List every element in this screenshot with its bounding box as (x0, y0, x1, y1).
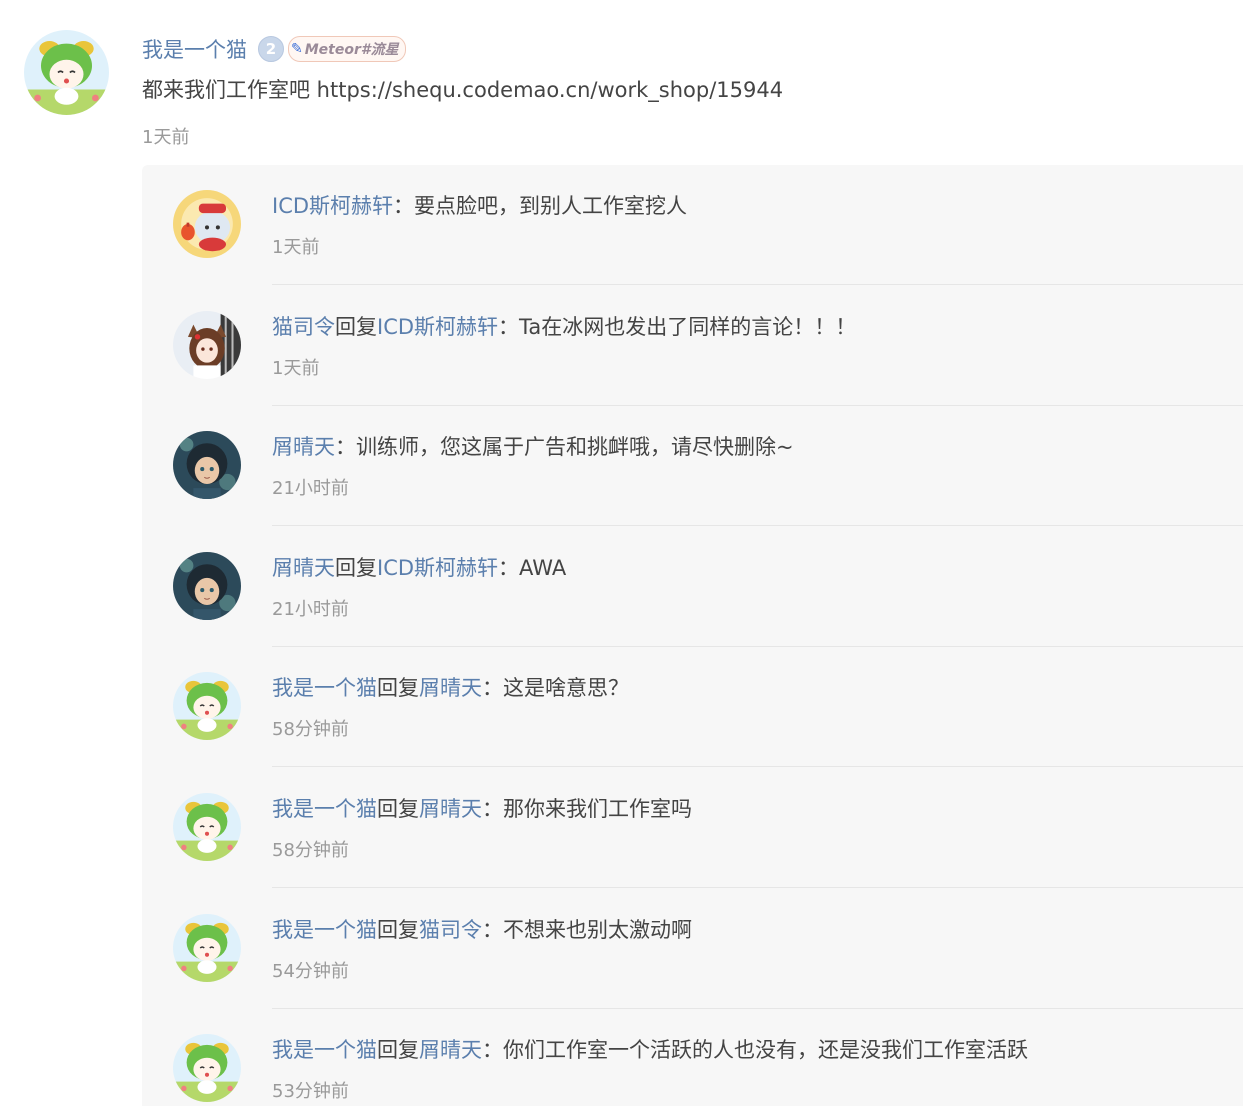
reply-text: AWA (519, 555, 567, 580)
reply-time: 21小时前 (272, 478, 349, 500)
reply-author[interactable]: 屑晴天 (272, 556, 335, 580)
reply-divider (272, 645, 1243, 647)
reply-text: 你们工作室一个活跃的人也没有，还是没我们工作室活跃 (503, 1038, 1028, 1063)
green-sprout-avatar-icon (173, 913, 241, 982)
reply-author[interactable]: 屑晴天 (272, 435, 335, 459)
reply-target-user[interactable]: 屑晴天 (419, 676, 482, 700)
reply-time: 21小时前 (272, 598, 349, 620)
reply-avatar[interactable] (173, 913, 241, 982)
reply-text: Ta在冰网也发出了同样的言论！！！ (519, 314, 857, 339)
reply-author[interactable]: 猫司令 (272, 315, 335, 339)
reply-content: ICD斯柯赫轩：要点脸吧，到别人工作室挖人 (272, 190, 687, 220)
green-sprout-avatar-icon (173, 793, 241, 861)
reply-avatar[interactable] (173, 190, 241, 258)
reply-content: 我是一个猫回复屑晴天：那你来我们工作室吗 (272, 793, 692, 823)
reply-target-user[interactable]: 猫司令 (419, 918, 482, 942)
author-avatar[interactable] (24, 30, 109, 115)
bear-lantern-avatar-icon (173, 190, 241, 258)
reply-avatar[interactable] (173, 310, 241, 379)
reply-word: 回复 (335, 314, 377, 339)
reply-separator: ： (498, 314, 520, 339)
reply-separator: ： (482, 917, 503, 942)
reply-time: 53分钟前 (272, 1081, 349, 1103)
reply-time: 58分钟前 (272, 719, 349, 741)
reply-separator: ： (482, 1038, 503, 1063)
reply-separator: ： (335, 435, 356, 460)
reply-word: 回复 (377, 676, 419, 701)
reply-time: 54分钟前 (272, 960, 349, 982)
reply-time: 1天前 (272, 237, 320, 258)
reply-divider (272, 1007, 1243, 1009)
reply-content: 我是一个猫回复屑晴天：这是啥意思？ (272, 672, 629, 702)
green-sprout-avatar-icon (24, 30, 109, 115)
reply-target-user[interactable]: ICD斯柯赫轩 (377, 315, 498, 339)
reply-content: 猫司令回复ICD斯柯赫轩：Ta在冰网也发出了同样的言论！！！ (272, 311, 856, 341)
reply-divider (272, 404, 1243, 406)
reply-author[interactable]: 我是一个猫 (272, 918, 377, 942)
reply-divider (272, 525, 1243, 527)
green-sprout-avatar-icon (173, 1034, 241, 1103)
reply-author[interactable]: 我是一个猫 (272, 676, 377, 700)
reply-word: 回复 (377, 797, 419, 821)
reply-avatar[interactable] (173, 1034, 241, 1103)
pencil-icon: ✎ (291, 41, 303, 57)
reply-separator: ： (482, 797, 503, 821)
reply-divider (272, 766, 1243, 768)
reply-content: 我是一个猫回复猫司令：不想来也别太激动啊 (272, 914, 692, 944)
fox-girl-avatar-icon (173, 310, 241, 379)
reply-avatar[interactable] (173, 551, 241, 620)
reply-avatar[interactable] (173, 672, 241, 741)
reply-target-user[interactable]: 屑晴天 (419, 797, 482, 821)
reply-avatar[interactable] (173, 431, 241, 500)
reply-content: 屑晴天回复ICD斯柯赫轩：AWA (272, 552, 566, 582)
post-content: 都来我们工作室吧 https://shequ.codemao.cn/work_s… (142, 78, 784, 102)
reply-divider (272, 887, 1243, 888)
reply-word: 回复 (377, 917, 419, 942)
reply-target-user[interactable]: 屑晴天 (419, 1038, 482, 1062)
reply-text: 训练师，您这属于广告和挑衅哦，请尽快删除~ (356, 435, 794, 460)
title-badge-text: Meteor#流星 (304, 42, 399, 58)
reply-author[interactable]: 我是一个猫 (272, 1038, 377, 1062)
reply-time: 58分钟前 (272, 840, 349, 861)
anime-boy-avatar-icon (173, 431, 241, 500)
reply-target-user[interactable]: ICD斯柯赫轩 (377, 556, 498, 580)
post-time: 1天前 (142, 127, 190, 148)
reply-time: 1天前 (272, 357, 320, 379)
reply-separator: ： (498, 555, 520, 580)
reply-text: 不想来也别太激动啊 (503, 917, 692, 942)
reply-content: 我是一个猫回复屑晴天：你们工作室一个活跃的人也没有，还是没我们工作室活跃 (272, 1034, 1028, 1064)
reply-author[interactable]: 我是一个猫 (272, 797, 377, 821)
reply-word: 回复 (377, 1038, 419, 1063)
green-sprout-avatar-icon (173, 672, 241, 741)
reply-content: 屑晴天：训练师，您这属于广告和挑衅哦，请尽快删除~ (272, 431, 794, 461)
anime-boy-avatar-icon (173, 551, 241, 620)
title-badge: ✎ Meteor#流星 (288, 36, 406, 62)
author-name[interactable]: 我是一个猫 (142, 34, 247, 64)
author-badges: 2 ✎ Meteor#流星 (258, 36, 406, 62)
reply-divider (272, 284, 1243, 285)
reply-text: 这是啥意思？ (503, 676, 629, 701)
reply-separator: ： (482, 676, 503, 701)
reply-avatar[interactable] (173, 793, 241, 861)
reply-word: 回复 (335, 555, 377, 580)
reply-text: 那你来我们工作室吗 (503, 797, 692, 821)
level-badge: 2 (258, 36, 284, 62)
reply-author[interactable]: ICD斯柯赫轩 (272, 194, 393, 218)
reply-separator: ： (393, 194, 415, 218)
reply-text: 要点脸吧，到别人工作室挖人 (414, 194, 688, 218)
